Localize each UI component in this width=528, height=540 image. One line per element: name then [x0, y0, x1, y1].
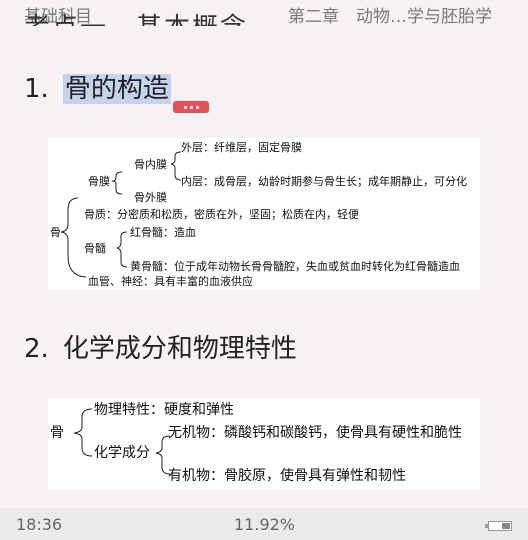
section-number: 1.	[24, 74, 49, 104]
dot-icon	[183, 105, 187, 109]
dot-icon	[195, 105, 199, 109]
label-periosteum: 骨膜	[88, 175, 110, 188]
selection-menu-handle[interactable]	[173, 101, 209, 113]
label-yellow-marrow: 黄骨髓：位于成年动物长骨骨髓腔，失血或贫血时转化为红骨髓造血	[130, 260, 460, 273]
label-chemical-composition: 化学成分	[94, 445, 150, 461]
section-title: 化学成分和物理特性	[62, 334, 297, 364]
reading-progress: 11.92%	[234, 515, 296, 534]
label-physical-properties: 物理特性：硬度和弹性	[94, 402, 234, 418]
partially-visible-heading: 考点一、基本概念	[24, 0, 264, 26]
label-outer-layer: 外层：纤维层，固定骨膜	[181, 141, 302, 154]
label-outer-periosteum: 骨外膜	[134, 191, 167, 204]
clock: 18:36	[16, 515, 63, 534]
reader-status-bar: 18:36 11.92%	[0, 508, 528, 540]
section-heading-bone-structure[interactable]: 1. 骨的构造	[24, 68, 171, 105]
selected-text[interactable]: 骨的构造	[62, 74, 171, 104]
label-endosteum: 骨内膜	[134, 158, 167, 171]
label-inorganic: 无机物：磷酸钙和碳酸钙，使骨具有硬性和脆性	[168, 425, 462, 441]
composition-diagram: 骨 物理特性：硬度和弹性 化学成分 无机物：磷酸钙和碳酸钙，使骨具有硬性和脆性 …	[48, 398, 480, 490]
label-bone-marrow: 骨髓	[84, 242, 106, 255]
label-bone-substance: 骨质：分密质和松质，密质在外，坚固；松质在内，轻便	[84, 208, 359, 221]
section-heading-composition[interactable]: 2. 化学成分和物理特性	[24, 328, 297, 365]
label-vessels-nerves: 血管、神经：具有丰富的血液供应	[88, 275, 253, 288]
label-bone-root: 骨	[50, 226, 61, 239]
label-bone-root: 骨	[50, 425, 64, 441]
battery-fill	[502, 523, 510, 529]
label-organic: 有机物：骨胶原，使骨具有弹性和韧性	[168, 468, 406, 484]
label-inner-layer: 内层：成骨层，幼龄时期参与骨生长；成年期静止，可分化	[181, 175, 467, 188]
label-red-marrow: 红骨髓：造血	[130, 226, 196, 239]
dot-icon	[189, 105, 193, 109]
bone-structure-diagram: 骨 骨膜 骨内膜 外层：纤维层，固定骨膜 内层：成骨层，幼龄时期参与骨生长；成年…	[48, 138, 480, 290]
chapter-title[interactable]: 第二章 动物…学与胚胎学	[288, 2, 492, 27]
battery-icon	[485, 521, 512, 531]
battery-nub	[485, 524, 488, 528]
section-number: 2.	[24, 334, 49, 364]
